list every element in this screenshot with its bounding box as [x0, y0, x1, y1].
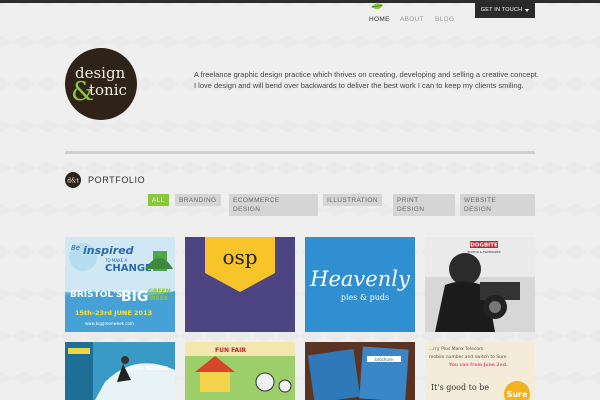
caret-down-icon: [525, 8, 530, 12]
dogbite-tagline: EDITOR & FILMMAKER: [467, 250, 500, 254]
portfolio-item-big-green-week[interactable]: Be inspired TO MAKE A CHANGE BRISTOL'S B…: [65, 237, 175, 332]
portfolio-item-osp[interactable]: osp: [185, 237, 295, 332]
filter-ecommerce-design[interactable]: ECOMMERCE DESIGN: [229, 194, 318, 216]
heavenly-title: Heavenly: [309, 267, 411, 291]
heavenly-subtitle: pies & puds: [341, 293, 389, 302]
get-in-touch-label: GET IN TOUCH: [480, 7, 523, 13]
green-week-big: BIG: [121, 289, 148, 305]
filter-label: BRANDING: [179, 196, 217, 204]
sure-line2: mobile number and switch to Sure: [429, 354, 507, 360]
fair-title: FUN FAIR: [215, 347, 246, 354]
logo-word-tonic: tonic: [89, 81, 127, 99]
portfolio-item-heavenly[interactable]: Heavenly pies & puds: [305, 237, 415, 332]
portfolio-item-surf-school[interactable]: SURF SCHOOL: [65, 342, 175, 400]
filter-label-line2: DESIGN: [397, 206, 425, 213]
nav-blog[interactable]: BLOG: [435, 16, 454, 23]
dogbite-logo: DOGBITE: [470, 243, 498, 249]
filter-branding[interactable]: BRANDING: [175, 194, 221, 206]
portfolio-item-brochure[interactable]: brochure: [305, 342, 415, 400]
filter-label-line2: DESIGN: [233, 206, 261, 213]
osp-text: osp: [222, 245, 257, 269]
filter-label: ILLUSTRATION: [327, 196, 378, 204]
green-week-be: Be: [71, 244, 80, 252]
divider: [65, 151, 535, 154]
leaf-icon: [371, 3, 383, 10]
sure-line3: You can from June 2nd.: [448, 362, 508, 368]
portfolio-item-dogbite[interactable]: DOGBITE EDITOR & FILMMAKER: [425, 237, 535, 332]
filter-label-line1: WEBSITE: [464, 196, 497, 204]
portfolio-item-fun-fair[interactable]: FUN FAIR: [185, 342, 295, 400]
sure-slogan: It's good to be: [431, 383, 489, 392]
brochure-text: brochure: [375, 357, 393, 362]
nav-about[interactable]: ABOUT: [400, 16, 424, 23]
filter-website-design[interactable]: WEBSITE DESIGN: [460, 194, 535, 216]
green-week-change: CHANGE: [105, 263, 152, 274]
filter-label: ALL: [152, 196, 165, 204]
green-week-week: WEEK: [149, 295, 169, 302]
green-week-dates: 15th–23rd JUNE 2013: [75, 309, 152, 317]
nav-home[interactable]: HOME: [369, 16, 390, 23]
filter-label-line2: DESIGN: [464, 206, 492, 213]
portfolio-icon-text: d&t: [67, 178, 79, 185]
green-week-green: GREEN: [148, 288, 171, 295]
filter-label-line1: ECOMMERCE: [233, 196, 280, 204]
portfolio-title: PORTFOLIO: [88, 175, 146, 185]
green-week-inspired: inspired: [83, 244, 134, 257]
logo[interactable]: design & tonic: [65, 48, 137, 120]
filter-print-design[interactable]: PRINT DESIGN: [393, 194, 455, 216]
get-in-touch-button[interactable]: GET IN TOUCH: [475, 2, 535, 18]
surf-title: SURF SCHOOL: [129, 366, 170, 372]
portfolio-item-sure[interactable]: ...rry Plus Manx Telecom mobile number a…: [425, 342, 535, 400]
portfolio-icon: d&t: [65, 172, 81, 188]
intro-text: A freelance graphic design practice whic…: [194, 70, 539, 90]
filter-illustration[interactable]: ILLUSTRATION: [323, 194, 382, 206]
sure-line1: ...rry Plus Manx Telecom: [429, 346, 484, 352]
filter-all[interactable]: ALL: [148, 194, 169, 206]
sure-brand: Sure: [507, 390, 528, 399]
green-week-url: www.biggreenweek.com: [85, 321, 134, 326]
filter-label-line1: PRINT: [397, 196, 419, 204]
green-week-bristols: BRISTOL'S: [70, 290, 122, 300]
